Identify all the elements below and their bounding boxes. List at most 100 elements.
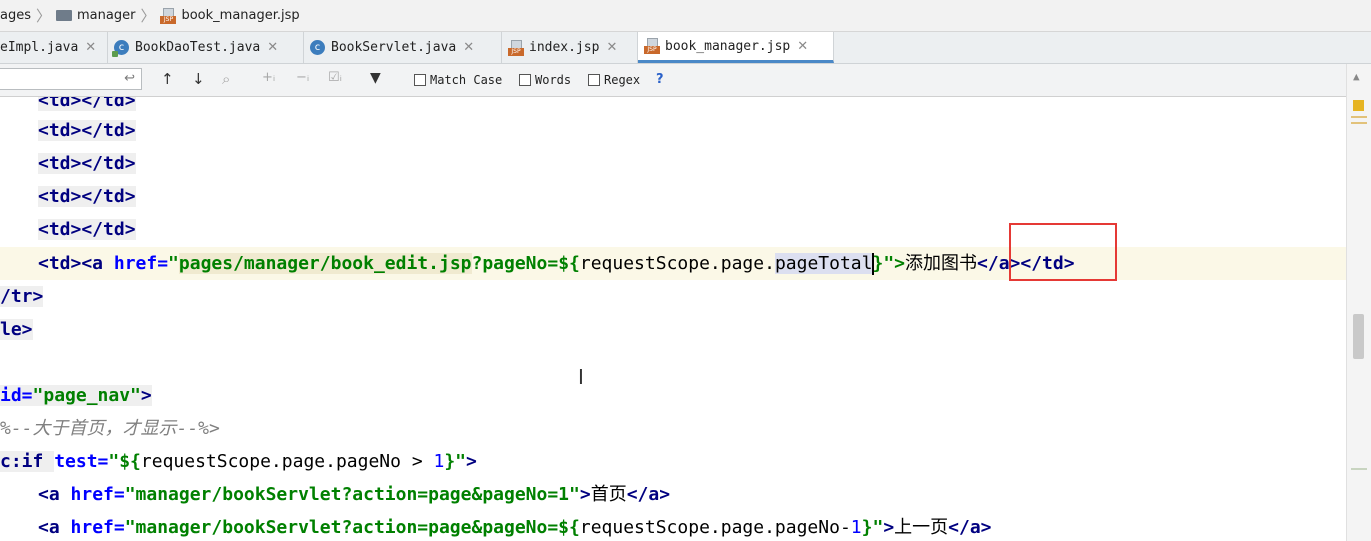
tab-bookservlet[interactable]: c BookServlet.java ✕ <box>304 32 502 63</box>
gutter-marker[interactable] <box>1351 116 1367 118</box>
gutter-marker[interactable] <box>1351 122 1367 124</box>
checkbox-box[interactable] <box>519 74 531 86</box>
editor-scrollbar[interactable]: ▲ <box>1346 64 1371 541</box>
breadcrumb-item-pages[interactable]: ages <box>0 8 31 23</box>
tab-bookdaotest[interactable]: c BookDaoTest.java ✕ <box>108 32 304 63</box>
code-token: > <box>883 517 895 538</box>
code-token: requestScope.page.pageNo > <box>140 451 434 472</box>
regex-checkbox[interactable]: Regex <box>588 73 640 87</box>
code-token: /tr> <box>0 286 44 307</box>
code-token: id= <box>0 385 33 406</box>
code-token: test= <box>54 451 109 472</box>
close-icon[interactable]: ✕ <box>267 40 278 55</box>
jsp-file-icon: JSP <box>644 38 660 54</box>
code-token: 上一页 <box>894 517 949 538</box>
mouse-ibeam-cursor: I <box>578 365 584 389</box>
checkbox-box[interactable] <box>414 74 426 86</box>
code-token: %--大于首页，才显示--%> <box>0 418 220 439</box>
code-token: > <box>579 484 591 505</box>
code-token: </a> <box>626 484 671 505</box>
code-line: <td></td> <box>38 213 136 246</box>
breadcrumb-item-file[interactable]: JSP book_manager.jsp <box>160 7 300 24</box>
next-occurrence-icon[interactable]: ↓ <box>192 70 205 88</box>
code-token: 1 <box>850 517 862 538</box>
remove-occurrence-icon[interactable]: −ᵢ <box>296 70 309 85</box>
select-all-occurrences-icon[interactable]: ☑ᵢ <box>328 70 342 85</box>
gutter-marker[interactable] <box>1351 468 1367 470</box>
code-line: %--大于首页，才显示--%> <box>0 412 220 445</box>
tab-serviceimpl[interactable]: eImpl.java ✕ <box>0 32 108 63</box>
chevron-up-icon[interactable]: ▲ <box>1353 70 1360 83</box>
code-line-current: <td><a href="pages/manager/book_edit.jsp… <box>0 247 1346 280</box>
code-token: pageTotal <box>774 253 873 274</box>
code-token: 1 <box>433 451 445 472</box>
breadcrumb-separator: 〉 <box>140 7 156 25</box>
filter-icon[interactable]: ▼ <box>370 70 381 86</box>
code-token: <td></td> <box>38 120 136 141</box>
breadcrumb-label: book_manager.jsp <box>181 8 300 23</box>
checkbox-label: Regex <box>604 73 641 87</box>
warning-marker-icon[interactable] <box>1353 100 1364 111</box>
code-line: c:if test="${requestScope.page.pageNo > … <box>0 445 477 478</box>
close-icon[interactable]: ✕ <box>463 40 474 55</box>
breadcrumb-label: ages <box>0 8 31 23</box>
code-line: <td></td> <box>38 147 136 180</box>
code-token: <td></td> <box>38 186 136 207</box>
help-icon[interactable]: ? <box>656 72 664 87</box>
tab-index-jsp[interactable]: JSP index.jsp ✕ <box>502 32 638 63</box>
code-token: <td></td> <box>38 153 136 174</box>
checkbox-box[interactable] <box>588 74 600 86</box>
code-token: <td><a <box>38 253 114 274</box>
code-token: href= <box>70 484 125 505</box>
code-line: <td></td> <box>38 180 136 213</box>
tab-label: index.jsp <box>529 40 600 55</box>
code-token: c:if <box>0 451 55 472</box>
code-token: ?pageNo=${ <box>471 253 580 274</box>
code-token: "${ <box>108 451 141 472</box>
code-line: <td></td> <box>38 114 136 147</box>
code-token: pages/manager/book_edit.jsp <box>178 253 472 274</box>
code-token: "manager/bookServlet?action=page&pageNo=… <box>124 484 580 505</box>
code-token: 首页 <box>590 484 627 505</box>
tab-label: BookServlet.java <box>331 40 457 55</box>
tab-book-manager-jsp[interactable]: JSP book_manager.jsp ✕ <box>638 32 834 63</box>
code-token: " <box>168 253 179 274</box>
code-token: le> <box>0 319 33 340</box>
match-case-checkbox[interactable]: Match Case <box>414 73 502 87</box>
close-icon[interactable]: ✕ <box>606 40 617 55</box>
jsp-file-icon: JSP <box>160 7 177 24</box>
code-editor[interactable]: <td></td> <td></td> <td></td> <td></td> … <box>0 97 1346 541</box>
jsp-file-icon: JSP <box>508 39 524 56</box>
breadcrumb-separator: 〉 <box>36 7 52 25</box>
code-token: requestScope.page. <box>579 253 775 274</box>
code-token: }" <box>444 451 467 472</box>
breadcrumb: ages 〉 manager 〉 JSP book_manager.jsp <box>0 0 1371 32</box>
code-token: <td></td> <box>38 97 136 111</box>
code-token: </a> <box>948 517 992 538</box>
folder-icon <box>56 10 73 21</box>
new-line-icon[interactable]: ↩ <box>124 71 135 86</box>
checkbox-label: Match Case <box>430 73 503 87</box>
words-checkbox[interactable]: Words <box>519 73 571 87</box>
search-input[interactable]: ↩ <box>0 68 142 90</box>
code-line: id="page_nav"> <box>0 379 152 412</box>
code-token: "page_nav" <box>32 385 141 406</box>
code-token: href= <box>113 253 169 274</box>
find-all-icon[interactable]: ⌕ <box>222 70 230 88</box>
tab-label: BookDaoTest.java <box>135 40 261 55</box>
add-occurrence-icon[interactable]: +ᵢ <box>262 70 275 85</box>
close-icon[interactable]: ✕ <box>85 40 96 55</box>
code-token: } <box>872 253 884 274</box>
code-token: "manager/bookServlet?action=page&pageNo=… <box>124 517 580 538</box>
code-token: 添加图书 <box>905 253 978 274</box>
tab-label: eImpl.java <box>0 40 79 55</box>
code-token: <a <box>38 517 71 538</box>
breadcrumb-item-manager[interactable]: manager <box>56 8 135 23</box>
checkbox-label: Words <box>535 73 572 87</box>
find-toolbar: ↩ ↑ ↓ ⌕ +ᵢ −ᵢ ☑ᵢ ▼ Match Case Words Rege… <box>0 64 1371 97</box>
tab-label: book_manager.jsp <box>665 38 791 54</box>
close-icon[interactable]: ✕ <box>797 39 808 54</box>
previous-occurrence-icon[interactable]: ↑ <box>161 70 174 88</box>
scrollbar-thumb[interactable] <box>1353 314 1364 359</box>
code-line: le> <box>0 313 33 346</box>
